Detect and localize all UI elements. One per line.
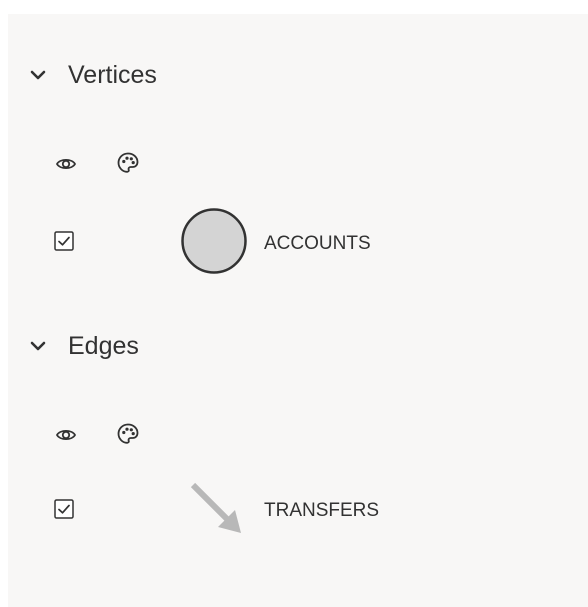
chevron-down-icon xyxy=(30,341,46,351)
edges-style-button[interactable] xyxy=(115,421,141,447)
legend-panel: Vertices ACCOUNTS Edges TRANSFERS xyxy=(8,14,588,607)
vertices-visibility-button[interactable] xyxy=(53,151,79,177)
vertices-style-button[interactable] xyxy=(115,150,141,176)
edges-visibility-button[interactable] xyxy=(53,422,79,448)
transfers-label: TRANSFERS xyxy=(264,500,380,521)
accounts-checkbox[interactable] xyxy=(54,231,74,251)
transfers-edge-swatch xyxy=(190,482,241,533)
transfers-checkbox[interactable] xyxy=(54,499,74,519)
accounts-label: ACCOUNTS xyxy=(264,233,371,254)
palette-icon xyxy=(117,152,139,173)
eye-icon xyxy=(55,429,77,441)
palette-icon xyxy=(117,423,139,444)
accounts-vertex-swatch xyxy=(181,208,247,274)
vertices-section-title: Vertices xyxy=(68,60,157,89)
edges-section-title: Edges xyxy=(68,331,139,360)
chevron-down-icon xyxy=(30,70,46,80)
eye-icon xyxy=(55,158,77,170)
